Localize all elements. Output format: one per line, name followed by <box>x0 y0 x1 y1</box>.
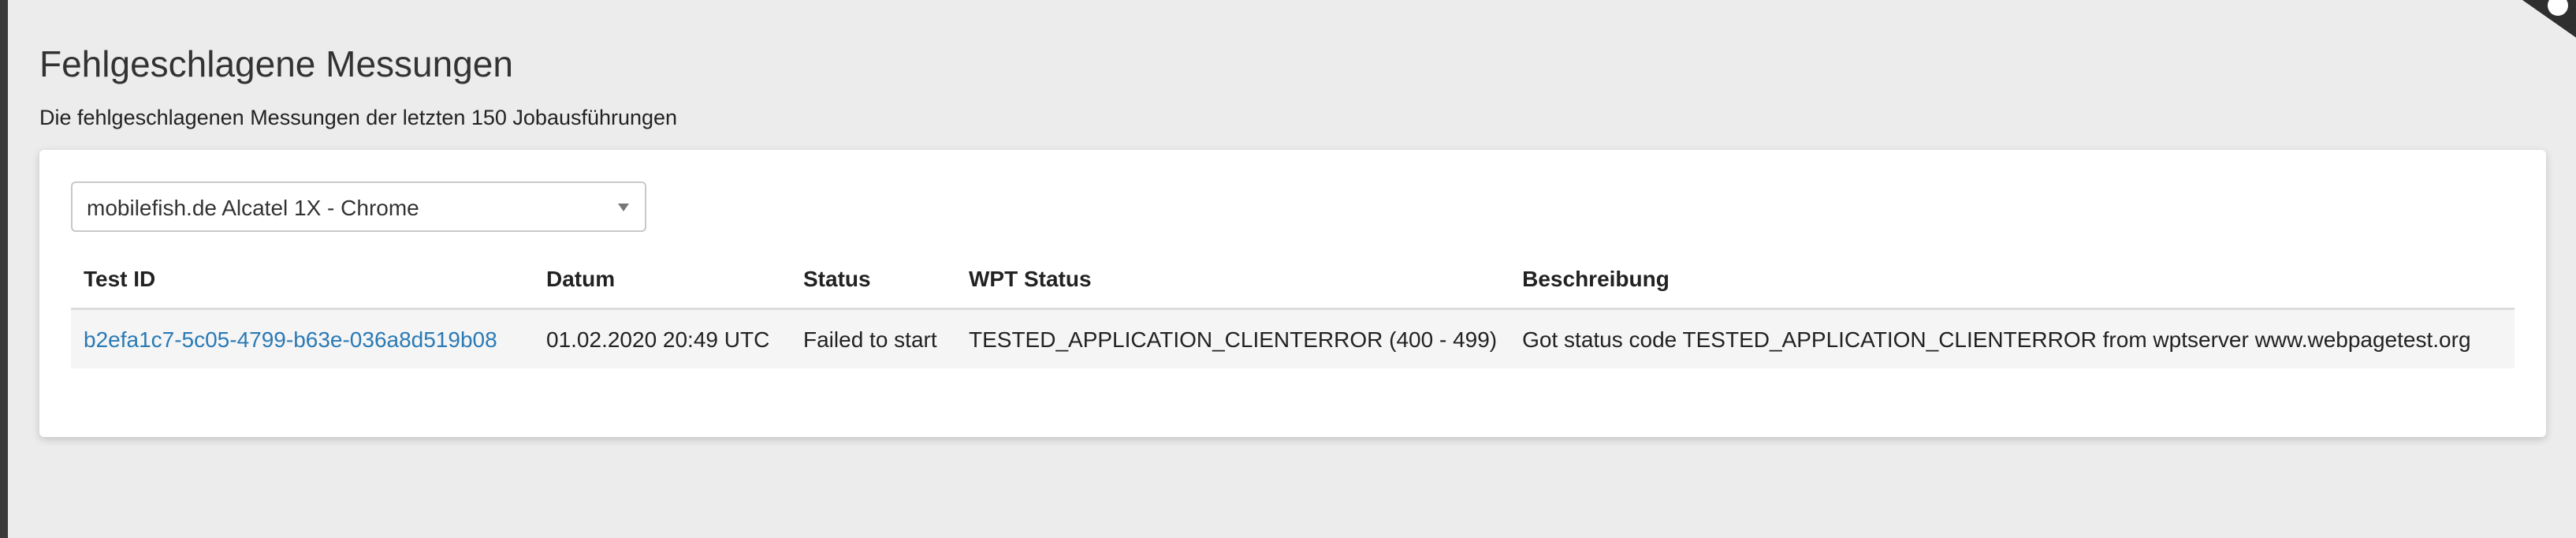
page-title: Fehlgeschlagene Messungen <box>39 43 513 84</box>
results-card: mobilefish.de Alcatel 1X - Chrome Test I… <box>39 150 2546 437</box>
cell-description: Got status code TESTED_APPLICATION_CLIEN… <box>1509 308 2515 368</box>
chevron-down-icon <box>618 204 629 211</box>
table-row: b2efa1c7-5c05-4799-b63e-036a8d519b08 01.… <box>71 308 2515 368</box>
left-edge-strip <box>0 0 8 538</box>
header-test-id[interactable]: Test ID <box>71 257 534 310</box>
cell-wpt-status: TESTED_APPLICATION_CLIENTERROR (400 - 49… <box>956 308 1510 368</box>
test-id-link[interactable]: b2efa1c7-5c05-4799-b63e-036a8d519b08 <box>84 327 497 352</box>
header-date[interactable]: Datum <box>534 257 791 310</box>
header-description[interactable]: Beschreibung <box>1509 257 2515 310</box>
cell-status: Failed to start <box>791 308 956 368</box>
job-group-select[interactable]: mobilefish.de Alcatel 1X - Chrome <box>71 181 646 232</box>
cell-date: 01.02.2020 20:49 UTC <box>534 308 791 368</box>
table-header-row: Test ID Datum Status WPT Status Beschrei… <box>71 257 2515 310</box>
failed-measurements-table: Test ID Datum Status WPT Status Beschrei… <box>71 257 2515 368</box>
header-status[interactable]: Status <box>791 257 956 310</box>
cell-test-id: b2efa1c7-5c05-4799-b63e-036a8d519b08 <box>71 308 534 368</box>
job-group-select-value: mobilefish.de Alcatel 1X - Chrome <box>87 196 419 220</box>
header-wpt-status[interactable]: WPT Status <box>956 257 1510 310</box>
corner-ribbon[interactable] <box>2505 0 2576 47</box>
page-subtitle: Die fehlgeschlagenen Messungen der letzt… <box>39 106 678 129</box>
